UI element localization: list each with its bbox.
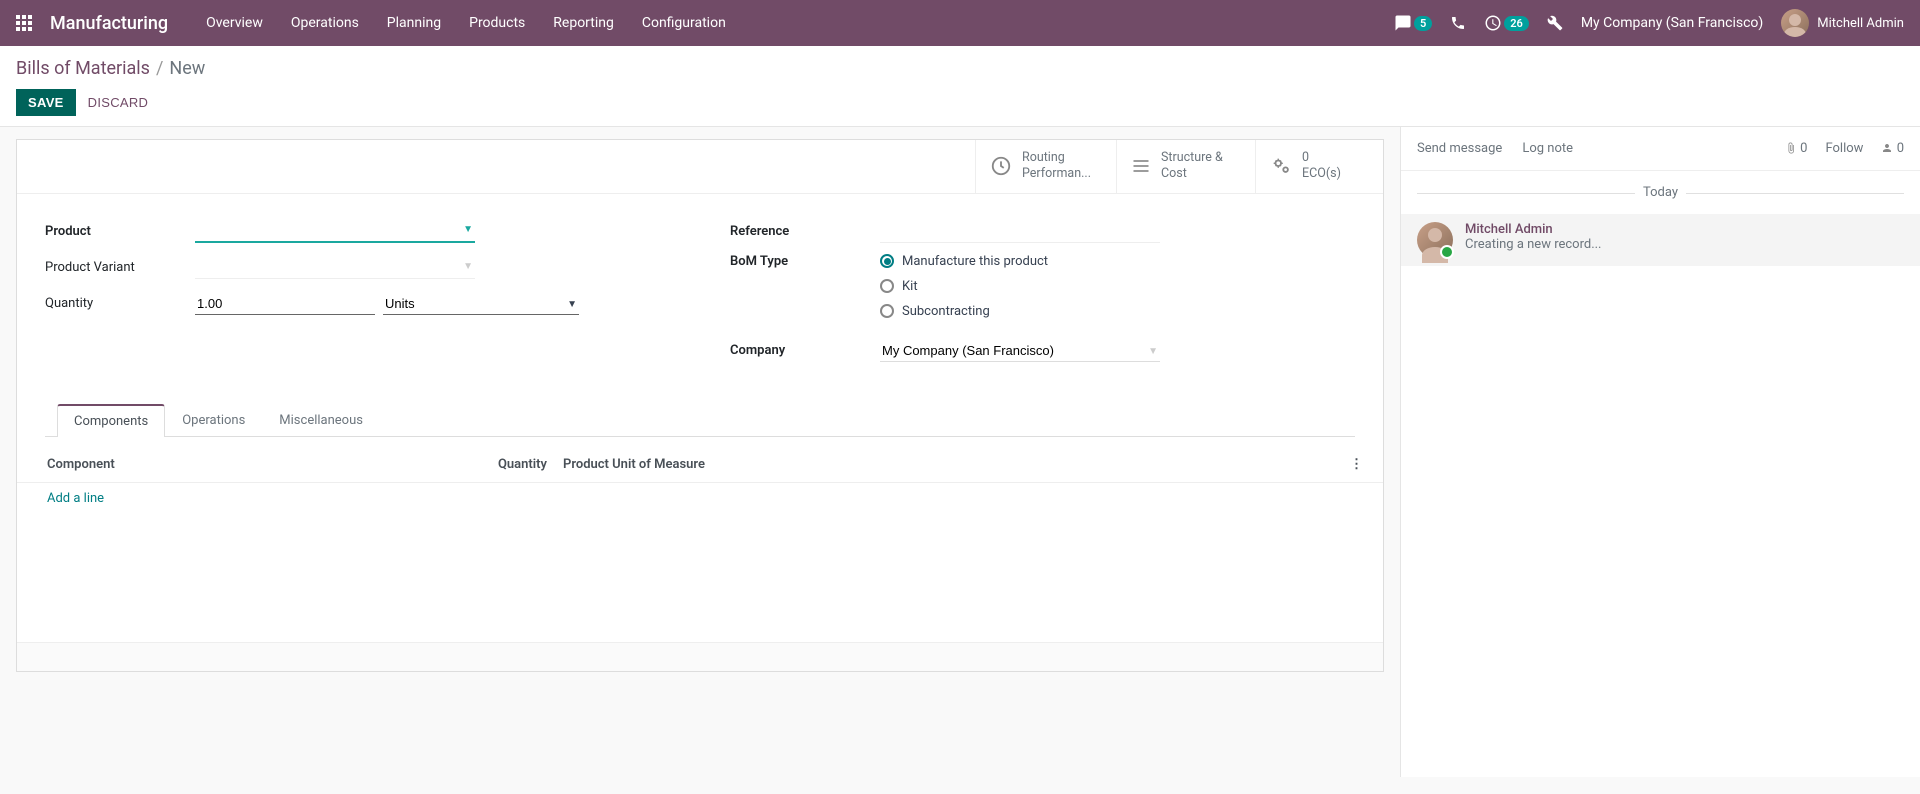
breadcrumb-current: New (169, 58, 205, 79)
variant-label: Product Variant (45, 260, 195, 275)
save-button[interactable]: SAVE (16, 89, 76, 116)
breadcrumb: Bills of Materials / New (16, 58, 1904, 79)
menu-products[interactable]: Products (469, 15, 525, 31)
follow-button[interactable]: Follow (1825, 141, 1863, 156)
bom-type-manufacture-radio[interactable]: Manufacture this product (880, 254, 1355, 269)
product-input[interactable] (195, 220, 475, 243)
reference-label: Reference (730, 224, 880, 239)
main-menu: Overview Operations Planning Products Re… (206, 15, 726, 31)
log-avatar-icon (1417, 222, 1453, 258)
log-author[interactable]: Mitchell Admin (1465, 222, 1602, 237)
column-uom: Product Unit of Measure (547, 457, 1343, 472)
stat-button-box: Routing Performan... Structure & Cost 0 … (17, 140, 1383, 194)
tab-content-components: Component Quantity Product Unit of Measu… (17, 447, 1383, 671)
quantity-input[interactable] (195, 293, 375, 315)
tab-operations[interactable]: Operations (165, 404, 262, 437)
apps-menu-icon[interactable] (16, 15, 32, 31)
top-navbar: Manufacturing Overview Operations Planni… (0, 0, 1920, 46)
menu-configuration[interactable]: Configuration (642, 15, 726, 31)
menu-reporting[interactable]: Reporting (553, 15, 614, 31)
discard-button[interactable]: DISCARD (88, 95, 149, 110)
debug-icon[interactable] (1547, 15, 1563, 31)
radio-unchecked-icon (880, 279, 894, 293)
bom-type-subcontracting-radio[interactable]: Subcontracting (880, 304, 1355, 319)
column-menu-icon[interactable]: ⋮ (1343, 457, 1363, 472)
log-note-link[interactable]: Log note (1522, 141, 1573, 156)
followers-button[interactable]: 0 (1881, 141, 1904, 156)
company-input[interactable] (880, 340, 1160, 362)
column-component: Component (47, 457, 487, 472)
bom-type-kit-label: Kit (902, 279, 918, 294)
breadcrumb-separator: / (156, 58, 163, 79)
stat-structure-label: Structure & Cost (1161, 150, 1241, 183)
user-avatar-icon (1781, 9, 1809, 37)
bom-type-kit-radio[interactable]: Kit (880, 279, 1355, 294)
user-menu[interactable]: Mitchell Admin (1781, 9, 1904, 37)
quantity-uom-input[interactable] (383, 293, 579, 315)
quantity-label: Quantity (45, 296, 195, 311)
tab-miscellaneous[interactable]: Miscellaneous (262, 404, 380, 437)
bom-type-label: BoM Type (730, 254, 880, 269)
radio-checked-icon (880, 254, 894, 268)
add-line-link[interactable]: Add a line (47, 491, 104, 506)
tab-components[interactable]: Components (57, 404, 165, 437)
dropdown-caret-icon: ▼ (1148, 346, 1158, 357)
bars-icon (1131, 156, 1151, 176)
date-divider: Today (1401, 185, 1920, 200)
reference-input[interactable] (880, 221, 1160, 243)
radio-unchecked-icon (880, 304, 894, 318)
phone-icon[interactable] (1450, 15, 1466, 31)
bom-type-manufacture-label: Manufacture this product (902, 254, 1048, 269)
user-name: Mitchell Admin (1817, 16, 1904, 31)
menu-overview[interactable]: Overview (206, 15, 263, 31)
company-selector[interactable]: My Company (San Francisco) (1581, 15, 1763, 31)
notebook-tabs: Components Operations Miscellaneous (45, 403, 1355, 437)
log-message: Creating a new record... (1465, 237, 1602, 252)
form-sheet: Routing Performan... Structure & Cost 0 … (16, 139, 1384, 672)
messaging-badge: 5 (1414, 16, 1432, 31)
stat-routing-performance[interactable]: Routing Performan... (975, 140, 1116, 193)
menu-operations[interactable]: Operations (291, 15, 359, 31)
clock-icon (990, 155, 1012, 177)
product-label: Product (45, 224, 195, 239)
dropdown-caret-icon: ▼ (567, 299, 577, 310)
send-message-link[interactable]: Send message (1417, 141, 1502, 156)
messaging-icon[interactable]: 5 (1394, 14, 1432, 32)
gears-icon (1270, 155, 1292, 177)
stat-eco-count: 0 (1302, 150, 1341, 166)
menu-planning[interactable]: Planning (387, 15, 441, 31)
log-entry: Mitchell Admin Creating a new record... (1401, 214, 1920, 266)
chatter-panel: Send message Log note 0 Follow 0 Today (1400, 127, 1920, 777)
breadcrumb-root[interactable]: Bills of Materials (16, 58, 150, 79)
app-brand[interactable]: Manufacturing (50, 13, 168, 34)
stat-ecos[interactable]: 0 ECO(s) (1255, 140, 1383, 193)
stat-structure-cost[interactable]: Structure & Cost (1116, 140, 1255, 193)
company-label: Company (730, 343, 880, 358)
bom-type-subcontracting-label: Subcontracting (902, 304, 990, 319)
attachments-button[interactable]: 0 (1785, 141, 1808, 156)
column-quantity: Quantity (487, 457, 547, 472)
control-panel: Bills of Materials / New SAVE DISCARD (0, 46, 1920, 127)
activities-icon[interactable]: 26 (1484, 14, 1529, 32)
activities-badge: 26 (1504, 16, 1529, 31)
attachments-count: 0 (1800, 141, 1807, 156)
variant-input (195, 257, 475, 279)
stat-routing-label: Routing Performan... (1022, 150, 1102, 183)
followers-count: 0 (1897, 141, 1904, 156)
stat-eco-label: ECO(s) (1302, 166, 1341, 181)
